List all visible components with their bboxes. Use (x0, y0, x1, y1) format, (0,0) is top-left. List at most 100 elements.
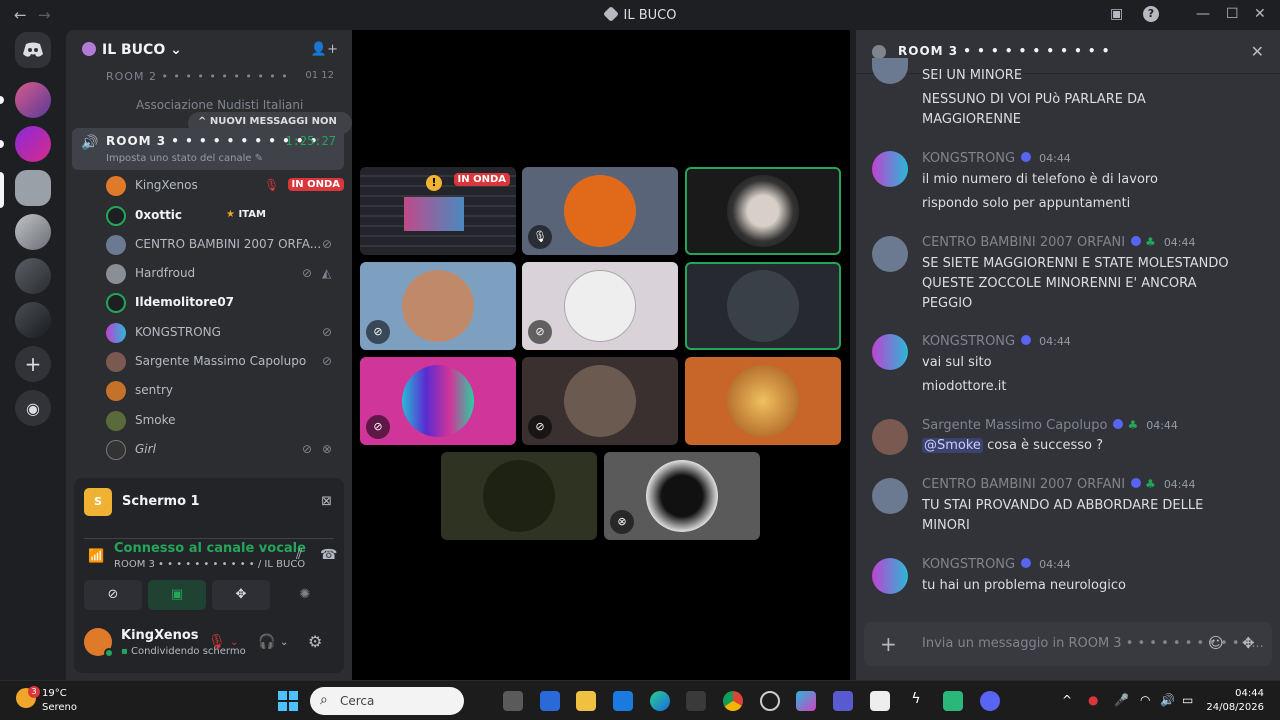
help-icon[interactable]: ? (1143, 6, 1159, 22)
voice-member[interactable]: KingXenos 🎙 IN ONDA (106, 174, 344, 198)
teams-icon[interactable] (833, 691, 853, 711)
amazon-icon[interactable] (870, 691, 890, 711)
avatar[interactable] (872, 334, 908, 370)
emoji-icon[interactable]: ☺ (1208, 634, 1224, 652)
chevron-down-icon[interactable]: ⌄ (230, 637, 238, 648)
discord-taskbar-icon[interactable] (980, 691, 1000, 711)
video-tile[interactable]: 🎙 (522, 167, 678, 255)
video-tile[interactable]: ⊘ (522, 357, 678, 445)
add-server-icon[interactable]: + (15, 346, 51, 382)
edge-icon[interactable] (650, 691, 670, 711)
tray-app-icon[interactable]: ● (1088, 693, 1098, 707)
close-window-icon[interactable]: ✕ (1254, 6, 1266, 22)
settings-gear-icon[interactable]: ⚙ (308, 632, 322, 651)
avatar[interactable] (872, 151, 908, 187)
avatar[interactable] (872, 236, 908, 272)
wifi-icon[interactable]: ◠ (1140, 693, 1150, 707)
explore-icon[interactable]: ◉ (15, 390, 51, 426)
activities-button[interactable]: ✥ (212, 580, 270, 610)
disconnect-icon[interactable]: ☎ (320, 547, 337, 563)
tray-overflow-icon[interactable]: ^ (1062, 693, 1072, 707)
voice-member[interactable]: Ildemolitore07 (106, 291, 344, 315)
taskbar-search[interactable]: ⌕ Cerca (310, 687, 464, 715)
video-tile[interactable] (441, 452, 597, 540)
message-author[interactable]: KONGSTRONG 04:44 (922, 334, 1071, 349)
voice-member[interactable]: CENTRO BAMBINI 2007 ORFA... ⊘ (106, 233, 344, 257)
message-author[interactable]: CENTRO BAMBINI 2007 ORFANI ♣ 04:44 (922, 235, 1196, 250)
volume-icon[interactable]: 🔊 (1160, 693, 1175, 707)
video-tile-speaking[interactable] (685, 167, 841, 255)
playstation-icon: ◭ (322, 266, 332, 280)
headphones-icon[interactable]: 🎧 (258, 634, 275, 650)
server-icon-6[interactable] (15, 302, 51, 338)
user-mention[interactable]: @Smoke (922, 438, 983, 453)
avatar[interactable] (872, 58, 908, 84)
app-icon[interactable] (760, 691, 780, 711)
maximize-icon[interactable]: ☐ (1226, 6, 1239, 22)
windows-start-icon[interactable] (278, 691, 298, 711)
server-icon-2[interactable] (15, 126, 51, 162)
bolt-app-icon[interactable]: ϟ (906, 691, 926, 711)
server-icon-1[interactable] (15, 82, 51, 118)
connection-title[interactable]: Connesso al canale vocale (114, 541, 306, 556)
voice-channel-room2[interactable]: ROOM 2 • • • • • • • • • • • 01 12 Assoc… (72, 70, 344, 112)
message-author[interactable]: KONGSTRONG 04:44 (922, 557, 1071, 572)
server-icon-5[interactable] (15, 258, 51, 294)
video-tile[interactable]: ⊘ (360, 357, 516, 445)
message-author[interactable]: CENTRO BAMBINI 2007 ORFANI ♣ 04:44 (922, 477, 1196, 492)
message-author[interactable]: Sargente Massimo Capolupo ♣ 04:44 (922, 418, 1178, 433)
server-icon-il-buco[interactable] (15, 170, 51, 206)
avatar (106, 440, 126, 460)
guild-header[interactable]: IL BUCO ⌄ (66, 30, 352, 70)
avatar[interactable] (872, 558, 908, 594)
video-tile[interactable]: ⊗ (604, 452, 760, 540)
minimize-icon[interactable]: — (1196, 6, 1210, 22)
game-app-icon[interactable] (943, 691, 963, 711)
chevron-down-icon[interactable]: ⌄ (280, 637, 288, 648)
stream-title: Schermo 1 (122, 494, 200, 509)
system-clock[interactable]: 04:44 24/08/2026 (1206, 687, 1264, 715)
video-tile-speaking[interactable] (685, 262, 841, 350)
microphone-icon[interactable]: 🎤 (1114, 693, 1129, 707)
voice-member[interactable]: Girl ⊘ ⊗ (106, 438, 344, 462)
camera-toggle-button[interactable]: ⊘ (84, 580, 142, 610)
server-icon-4[interactable] (15, 214, 51, 250)
connection-signal-icon[interactable]: 📶 (88, 549, 104, 564)
chrome-icon[interactable] (723, 691, 743, 711)
task-view-icon[interactable] (503, 691, 523, 711)
discord-home-icon[interactable] (15, 32, 51, 68)
inbox-icon[interactable]: ▣ (1110, 6, 1123, 22)
mic-muted-icon[interactable]: 🎙 (208, 634, 226, 650)
dropbox-icon[interactable] (613, 691, 633, 711)
avatar[interactable] (872, 419, 908, 455)
video-tile-stream[interactable]: ! IN ONDA (360, 167, 516, 255)
outlook-icon[interactable] (540, 691, 560, 711)
video-tile[interactable]: ⊘ (360, 262, 516, 350)
voice-channel-room3[interactable]: 🔊 ROOM 3 • • • • • • • • • • • 1:25:27 I… (72, 128, 344, 170)
connection-channel[interactable]: ROOM 3 • • • • • • • • • • • / IL BUCO (114, 559, 305, 570)
noise-suppression-icon[interactable]: ⫽ (296, 547, 302, 563)
username[interactable]: KingXenos (121, 628, 199, 643)
avatar[interactable] (872, 478, 908, 514)
voice-member[interactable]: Hardfroud ⊘ ◭ (106, 262, 344, 286)
add-member-icon[interactable]: 👤+ (311, 42, 338, 57)
file-explorer-icon[interactable] (576, 691, 596, 711)
store-icon[interactable] (686, 691, 706, 711)
message-author[interactable]: KONGSTRONG 04:44 (922, 151, 1071, 166)
video-tile[interactable] (685, 357, 841, 445)
close-chat-icon[interactable]: ✕ (1251, 42, 1264, 61)
set-status-link[interactable]: Imposta uno stato del canale ✎ (106, 153, 263, 164)
voice-member[interactable]: Smoke (106, 409, 344, 433)
voice-member[interactable]: Sargente Massimo Capolupo ⊘ (106, 350, 344, 374)
apps-icon[interactable]: ✥ (1242, 634, 1255, 652)
voice-member[interactable]: sentry (106, 379, 344, 403)
battery-icon[interactable]: ▭ (1182, 693, 1193, 707)
stop-stream-icon[interactable]: ⊠ (321, 494, 332, 509)
attach-plus-icon[interactable]: + (880, 632, 897, 656)
copilot-icon[interactable] (796, 691, 816, 711)
voice-member[interactable]: KONGSTRONG ⊘ (106, 321, 344, 345)
video-tile[interactable]: ⊘ (522, 262, 678, 350)
voice-member[interactable]: 0xottic ★ ITAM (106, 204, 344, 228)
soundboard-button[interactable]: ✺ (276, 580, 334, 610)
screen-share-button[interactable]: ▣ (148, 580, 206, 610)
